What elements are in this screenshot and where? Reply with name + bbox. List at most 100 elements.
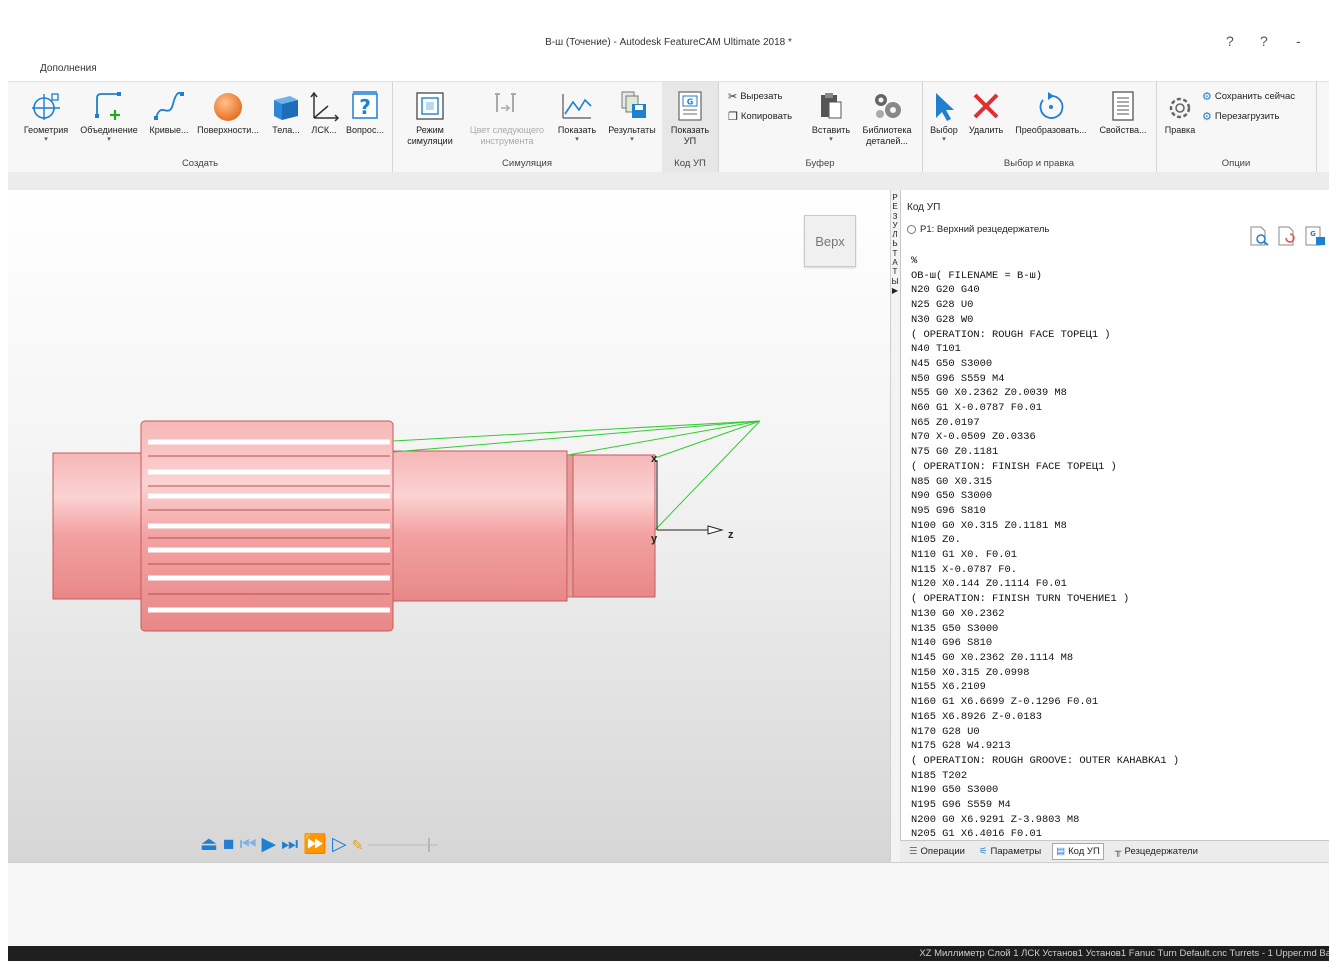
svg-text:G: G <box>1310 230 1316 238</box>
simulation-mode-label-2: симуляции <box>407 136 453 146</box>
cut-button[interactable]: ✂ Вырезать <box>728 90 782 103</box>
axis-x-label: x <box>651 453 658 465</box>
paste-button[interactable]: Вставить ▾ <box>806 84 856 144</box>
play-icon[interactable]: ▶ <box>262 835 277 855</box>
simulation-mode-label-1: Режим <box>416 125 444 135</box>
nc-code-line: N165 X6.8926 Z-0.0183 <box>911 710 1042 723</box>
turret-icon: ╥ <box>1114 846 1122 857</box>
select-label: Выбор <box>930 125 958 135</box>
chevron-down-icon: ▾ <box>107 136 111 143</box>
groove <box>566 454 574 598</box>
results-button[interactable]: Результаты ▾ <box>604 84 660 144</box>
tab-parameters[interactable]: ⚟ Параметры <box>976 844 1044 859</box>
eject-icon[interactable]: ⏏ <box>200 835 218 855</box>
ribbon-group-clipboard: ✂ Вырезать ❐ Копировать Вставить ▾ Библи… <box>718 82 923 172</box>
radio-button[interactable] <box>907 225 916 234</box>
speed-slider[interactable] <box>368 838 439 852</box>
step-forward-icon[interactable]: ⏭ <box>281 835 298 855</box>
tab-operations[interactable]: ☰ Операции <box>906 844 968 859</box>
g-code-tab-icon: ▤ <box>1056 846 1066 857</box>
chevron-down-icon: ▾ <box>829 136 833 143</box>
edit-options-button[interactable]: Правка <box>1160 84 1200 136</box>
nc-code-line: N70 X-0.0509 Z0.0336 <box>911 431 1036 444</box>
nc-code-line: N110 G1 X0. F0.01 <box>911 549 1018 562</box>
union-button[interactable]: Объединение ▾ <box>76 84 142 144</box>
minimize-button[interactable]: - <box>1296 33 1301 49</box>
nc-code-line: N60 G1 X-0.0787 F0.01 <box>911 402 1042 415</box>
nc-code-line: N50 G96 S559 M4 <box>911 372 1005 385</box>
simulation-mode-button[interactable]: Режим симуляции <box>400 84 460 147</box>
step-back-icon[interactable]: ⏮ <box>239 835 256 855</box>
ucs-axes-icon <box>310 91 340 122</box>
solids-button[interactable]: Тела... <box>266 84 306 136</box>
about-icon[interactable]: ? <box>1260 33 1268 49</box>
reload-label: Перезагрузить <box>1214 111 1280 122</box>
document-refresh-icon[interactable] <box>1276 226 1298 246</box>
show-label: Показать <box>557 125 597 135</box>
graphics-viewport[interactable]: x y z <box>8 190 890 862</box>
delete-button[interactable]: Удалить <box>964 84 1008 136</box>
ucs-button[interactable]: ЛСК... <box>306 84 342 136</box>
part-drawing: x y z <box>52 420 761 632</box>
tab-turrets[interactable]: ╥ Резцедержатели <box>1112 844 1201 859</box>
select-button[interactable]: Выбор ▾ <box>926 84 962 144</box>
nc-code-line: N145 G0 X0.2362 Z0.1114 M8 <box>911 651 1074 664</box>
help-icon[interactable]: ? <box>1226 33 1234 49</box>
ribbon-group-options: Правка ⚙ Сохранить сейчас ⚙ Перезагрузит… <box>1156 82 1317 172</box>
menu-tab-addons[interactable]: Дополнения <box>40 63 97 74</box>
nc-code-line: N40 T101 <box>911 343 961 356</box>
reload-button[interactable]: ⚙ Перезагрузить <box>1202 110 1279 123</box>
g-code-save-icon[interactable]: G <box>1304 226 1326 246</box>
group-label-select-edit: Выбор и правка <box>1003 158 1075 169</box>
properties-label: Свойства... <box>1099 125 1147 135</box>
nc-code-line: N155 X6.2109 <box>911 681 986 694</box>
nc-code-line: N75 G0 Z0.1181 <box>911 446 999 459</box>
stop-icon[interactable]: ■ <box>223 835 234 855</box>
curves-button[interactable]: Кривые... <box>144 84 194 136</box>
parts-library-button[interactable]: Библиотека деталей... <box>856 84 918 147</box>
geometry-button[interactable]: Геометрия ▾ <box>20 84 72 144</box>
speed-slider-thumb[interactable] <box>428 838 431 852</box>
chevron-down-icon: ▾ <box>630 136 634 143</box>
copy-button[interactable]: ❐ Копировать <box>728 110 792 123</box>
properties-button[interactable]: Свойства... <box>1094 84 1152 136</box>
ribbon-group-nc-code: G Показать УП Код УП <box>662 82 719 172</box>
simulation-playback-bar: ⏏ ■ ⏮ ▶ ⏭ ⏩ ▷ ✎ <box>200 835 439 855</box>
union-icon <box>95 92 121 120</box>
shaft-left-segment <box>52 452 142 600</box>
play-to-end-icon[interactable]: ▷ <box>332 835 347 855</box>
show-nc-code-button[interactable]: G Показать УП <box>666 84 714 147</box>
save-now-button[interactable]: ⚙ Сохранить сейчас <box>1202 90 1295 103</box>
tab-nc-code-label: Код УП <box>1068 846 1100 857</box>
ribbon-group-select-edit: Выбор ▾ Удалить Преобразовать... Свойств… <box>922 82 1157 172</box>
scissors-icon: ✂ <box>728 91 738 103</box>
highlighter-icon[interactable]: ✎ <box>352 835 364 855</box>
next-tool-color-button[interactable]: Цвет следующего инструмента <box>464 84 550 147</box>
nc-code-text[interactable]: % ОВ-ш( FILENAME = В-ш) N20 G20 G40 N25 G28… <box>911 254 1179 842</box>
tab-nc-code[interactable]: ▤ Код УП <box>1052 843 1104 860</box>
group-label-nc-code: Код УП <box>674 158 706 169</box>
side-tab-letter: Л <box>892 230 898 240</box>
parameters-icon: ⚟ <box>978 846 988 857</box>
transform-button[interactable]: Преобразовать... <box>1008 84 1094 136</box>
turret-radio[interactable]: P1: Верхний резцедержатель <box>907 224 1049 235</box>
surfaces-button[interactable]: Поверхности... <box>194 84 262 136</box>
document-search-icon[interactable] <box>1248 226 1270 246</box>
questions-button[interactable]: ? Вопрос... <box>342 84 388 136</box>
show-simulation-button[interactable]: Показать ▾ <box>552 84 602 144</box>
nc-code-line: N95 G96 S810 <box>911 504 986 517</box>
results-side-tab-label: Р Е З У Л Ь Т А Т Ы ▶ <box>890 193 900 295</box>
tab-operations-label: Операции <box>920 846 965 857</box>
chevron-down-icon: ▾ <box>575 136 579 143</box>
results-save-icon <box>621 91 646 118</box>
nc-code-line: N85 G0 X0.315 <box>911 475 993 488</box>
nc-code-line: N185 T202 <box>911 769 968 782</box>
view-cube[interactable]: Верх <box>804 215 856 267</box>
side-tab-letter: Ы <box>891 276 899 286</box>
library-label-2: деталей... <box>866 136 908 146</box>
nc-code-line: N115 X-0.0787 F0. <box>911 563 1018 576</box>
fast-forward-icon[interactable]: ⏩ <box>303 835 327 855</box>
document-tab-bar <box>8 172 1329 191</box>
nc-code-line: ( OPERATION: FINISH TURN ТОЧЕНИЕ1 ) <box>911 593 1130 606</box>
cursor-arrow-icon <box>936 93 954 121</box>
